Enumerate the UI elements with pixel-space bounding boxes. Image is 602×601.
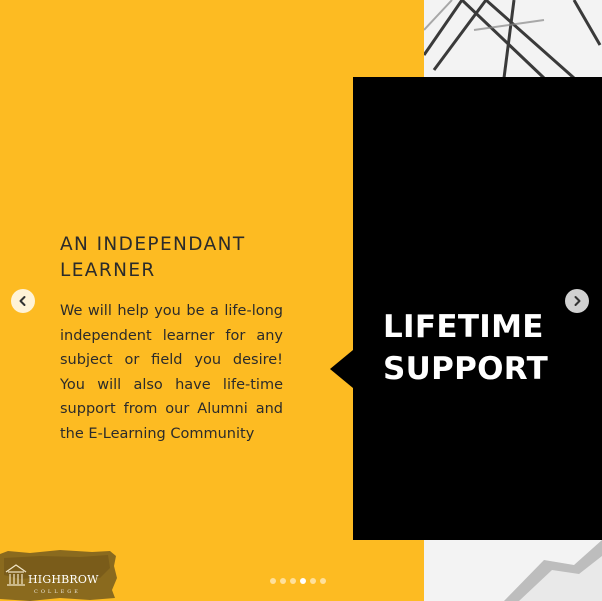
slide-heading: AN INDEPENDANT LEARNER [60, 234, 246, 281]
carousel-next-button[interactable] [565, 289, 589, 313]
chevron-left-icon [19, 296, 26, 306]
feature-title: LIFETIME SUPPORT [383, 309, 549, 387]
carousel-dot[interactable] [290, 578, 296, 584]
slide-body-text: We will help you be a life-long independ… [60, 303, 283, 442]
chevron-right-icon [574, 296, 581, 306]
logo-subtext: COLLEGE [34, 589, 81, 595]
logo-text: HIGHBROW [28, 573, 99, 586]
carousel-dot-active[interactable] [300, 578, 306, 584]
carousel-dot[interactable] [270, 578, 276, 584]
feature-panel-pointer [330, 350, 353, 388]
carousel-slide: LIFETIME SUPPORT AN INDEPENDANT LEARNER … [0, 0, 602, 601]
carousel-dot[interactable] [320, 578, 326, 584]
carousel-dots [270, 578, 332, 586]
carousel-prev-button[interactable] [11, 289, 35, 313]
carousel-dot[interactable] [280, 578, 286, 584]
carousel-dot[interactable] [310, 578, 316, 584]
